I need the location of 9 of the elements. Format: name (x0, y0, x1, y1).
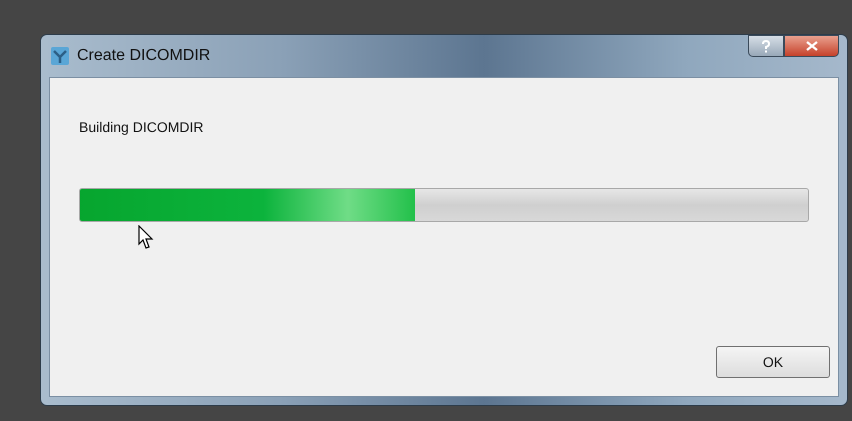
app-icon (51, 47, 69, 65)
help-button[interactable] (748, 35, 784, 57)
close-button[interactable] (784, 35, 839, 57)
window-title: Create DICOMDIR (77, 47, 210, 65)
mouse-pointer-icon (138, 225, 154, 250)
ok-button[interactable]: OK (716, 346, 830, 378)
help-icon (761, 40, 771, 52)
status-message: Building DICOMDIR (79, 119, 204, 135)
close-icon (806, 41, 818, 51)
